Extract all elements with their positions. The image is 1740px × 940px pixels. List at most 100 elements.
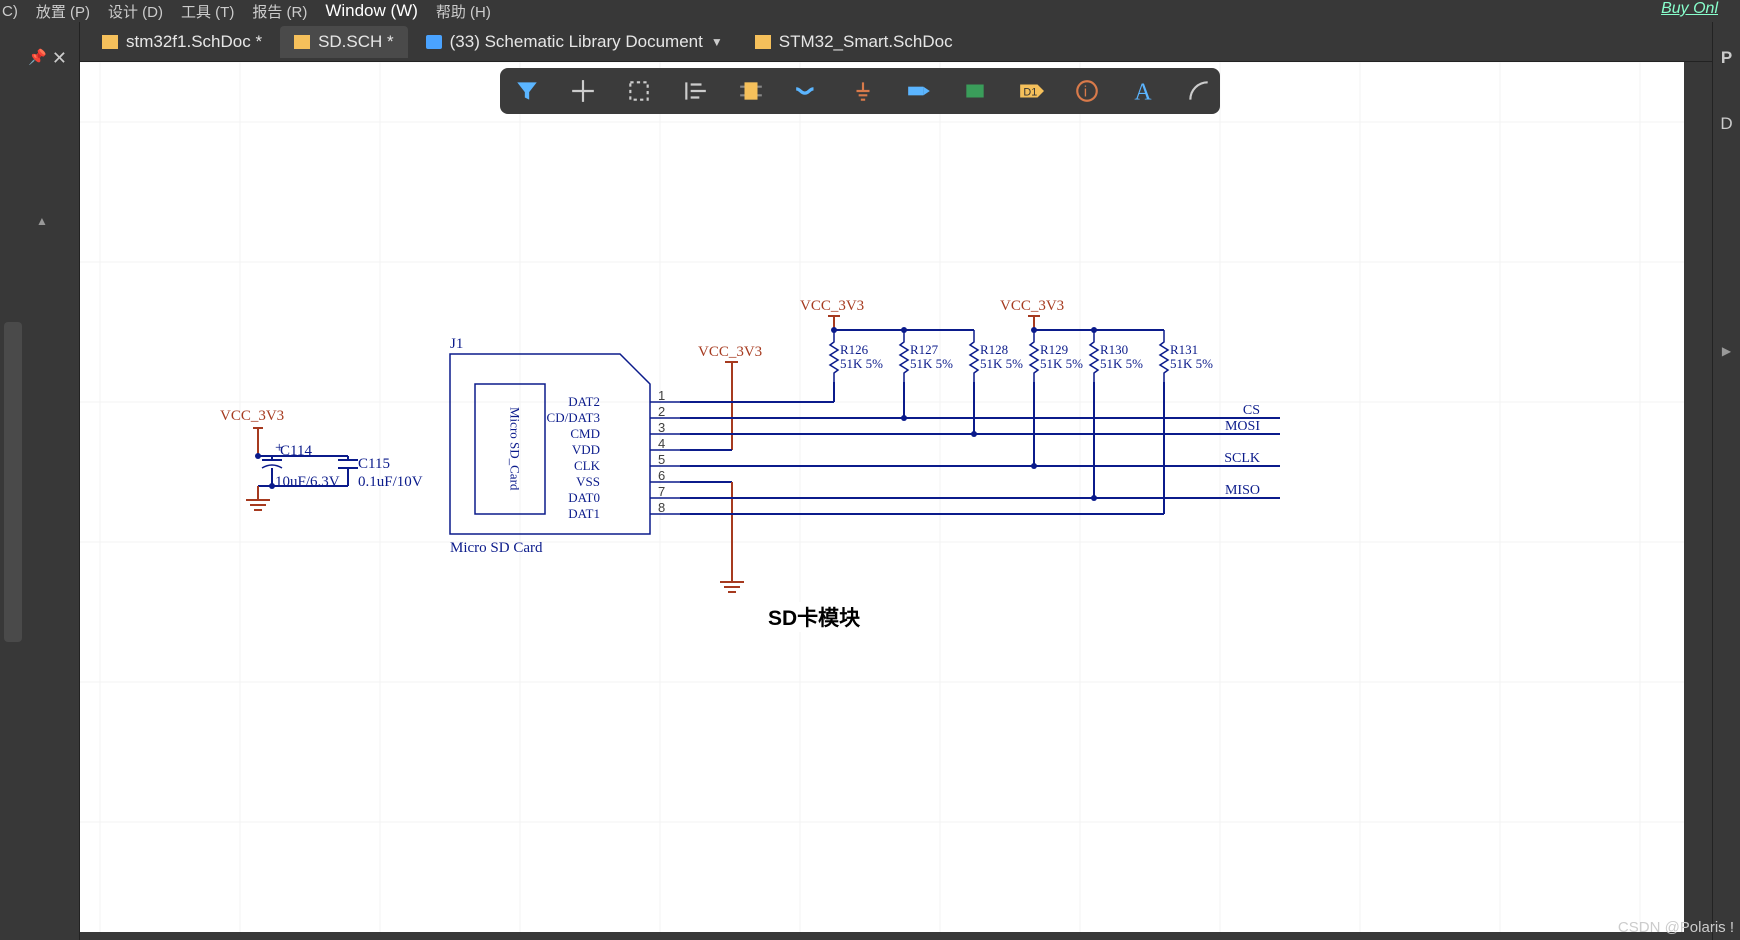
svg-text:7: 7 <box>658 484 665 499</box>
designator-tool-icon[interactable]: D1 <box>1018 75 1044 107</box>
svg-text:CS: CS <box>1243 403 1260 418</box>
svg-text:51K 5%: 51K 5% <box>840 356 883 371</box>
tab-label: SD.SCH * <box>318 32 394 52</box>
menu-help[interactable]: 帮助 (H) <box>436 1 491 22</box>
netport-tool-icon[interactable] <box>906 75 932 107</box>
watermark: CSDN @Polaris ! <box>1618 919 1734 936</box>
svg-text:CMD: CMD <box>570 426 600 441</box>
menu-c[interactable]: C) <box>2 3 18 20</box>
svg-text:VDD: VDD <box>572 442 600 457</box>
resistor-r128[interactable]: R12851K 5% <box>970 330 1023 382</box>
footprint-tool-icon[interactable] <box>962 75 988 107</box>
bus-tool-icon[interactable] <box>794 75 820 107</box>
arc-tool-icon[interactable] <box>1186 75 1212 107</box>
filter-tool-icon[interactable] <box>514 75 540 107</box>
menu-design[interactable]: 设计 (D) <box>108 1 163 22</box>
svg-text:R127: R127 <box>910 342 939 357</box>
schematic-toolbar: D1 i A <box>500 68 1220 114</box>
svg-text:A: A <box>1134 80 1152 104</box>
main-canvas-area: stm32f1.SchDoc * SD.SCH * (33) Schematic… <box>80 22 1712 940</box>
svg-text:MISO: MISO <box>1225 483 1260 498</box>
tab-label: (33) Schematic Library Document <box>450 32 703 52</box>
svg-text:VCC_3V3: VCC_3V3 <box>1000 298 1064 314</box>
svg-text:CLK: CLK <box>574 458 601 473</box>
svg-text:51K 5%: 51K 5% <box>1170 356 1213 371</box>
svg-text:5: 5 <box>658 452 665 467</box>
svg-text:D1: D1 <box>1023 86 1037 98</box>
resistor-r130[interactable]: R13051K 5% <box>1090 330 1143 382</box>
resistor-r127[interactable]: R12751K 5% <box>900 330 953 382</box>
svg-text:R129: R129 <box>1040 342 1068 357</box>
expand-tri-icon[interactable]: ▲ <box>36 214 48 228</box>
left-panel: 📌 ✕ ▲ <box>0 22 80 940</box>
svg-text:R130: R130 <box>1100 342 1128 357</box>
resistor-r126[interactable]: R12651K 5% <box>830 330 883 382</box>
menu-tools[interactable]: 工具 (T) <box>181 1 234 22</box>
menu-bar: C) 放置 (P) 设计 (D) 工具 (T) 报告 (R) Window (W… <box>0 0 1740 22</box>
svg-text:DAT1: DAT1 <box>568 506 600 521</box>
panel-d[interactable]: D <box>1713 114 1740 134</box>
svg-text:C115: C115 <box>358 456 390 472</box>
svg-text:R128: R128 <box>980 342 1008 357</box>
svg-text:R131: R131 <box>1170 342 1198 357</box>
left-scrollbar[interactable] <box>4 322 22 642</box>
tab-label: stm32f1.SchDoc * <box>126 32 262 52</box>
pin-icon[interactable]: 📌 <box>28 48 47 66</box>
text-tool-icon[interactable]: A <box>1130 75 1156 107</box>
svg-text:SCLK: SCLK <box>1224 451 1260 466</box>
folder-icon <box>102 35 118 49</box>
tab-stm32f1[interactable]: stm32f1.SchDoc * <box>88 26 276 58</box>
close-icon[interactable]: ✕ <box>52 48 67 69</box>
svg-text:Micro SD_Card: Micro SD_Card <box>508 407 523 491</box>
svg-text:2: 2 <box>658 404 665 419</box>
info-tool-icon[interactable]: i <box>1074 75 1100 107</box>
panel-p[interactable]: P <box>1713 48 1740 68</box>
svg-text:DAT2: DAT2 <box>568 394 600 409</box>
svg-text:C114: C114 <box>280 443 312 459</box>
chevron-down-icon[interactable]: ▼ <box>711 35 723 49</box>
align-tool-icon[interactable] <box>682 75 708 107</box>
svg-text:MOSI: MOSI <box>1225 419 1260 434</box>
right-panel-strip: P D ▶ <box>1712 22 1740 940</box>
svg-text:VCC_3V3: VCC_3V3 <box>800 298 864 314</box>
schematic-svg: J1 Micro SD_Card Micro SD Card DAT2 CD/D… <box>80 62 1684 932</box>
svg-text:VSS: VSS <box>576 474 600 489</box>
buy-online-link[interactable]: Buy Onl <box>1661 0 1718 18</box>
decoupling-section[interactable]: VCC_3V3 + C114 10uF/6.3V <box>220 408 423 510</box>
svg-text:0.1uF/10V: 0.1uF/10V <box>358 474 423 490</box>
svg-text:6: 6 <box>658 468 665 483</box>
svg-text:CD/DAT3: CD/DAT3 <box>547 410 600 425</box>
svg-text:DAT0: DAT0 <box>568 490 600 505</box>
menu-window[interactable]: Window (W) <box>325 1 418 21</box>
svg-text:10uF/6.3V: 10uF/6.3V <box>275 474 340 490</box>
svg-text:51K 5%: 51K 5% <box>1100 356 1143 371</box>
component-j1[interactable]: J1 Micro SD_Card Micro SD Card DAT2 CD/D… <box>450 336 680 556</box>
crosshair-tool-icon[interactable] <box>570 75 596 107</box>
tab-stm32-smart[interactable]: STM32_Smart.SchDoc <box>741 26 967 58</box>
document-tabbar: stm32f1.SchDoc * SD.SCH * (33) Schematic… <box>80 22 1712 62</box>
resistor-r129[interactable]: R12951K 5% <box>1030 330 1083 382</box>
collapse-tri-icon[interactable]: ▶ <box>1713 344 1740 358</box>
library-icon <box>426 35 442 49</box>
svg-text:3: 3 <box>658 420 665 435</box>
ground-tool-icon[interactable] <box>850 75 876 107</box>
svg-text:R126: R126 <box>840 342 869 357</box>
svg-text:8: 8 <box>658 500 665 515</box>
svg-text:51K 5%: 51K 5% <box>1040 356 1083 371</box>
component-tool-icon[interactable] <box>738 75 764 107</box>
marquee-tool-icon[interactable] <box>626 75 652 107</box>
pullups[interactable]: VCC_3V3 VCC_3V3 R12651K 5%R12751K 5%R128… <box>800 298 1213 382</box>
folder-icon <box>294 35 310 49</box>
menu-report[interactable]: 报告 (R) <box>252 1 307 22</box>
menu-placement[interactable]: 放置 (P) <box>36 1 90 22</box>
svg-text:i: i <box>1084 83 1087 100</box>
resistor-r131[interactable]: R13151K 5% <box>1160 330 1213 382</box>
svg-text:VCC_3V3: VCC_3V3 <box>698 344 762 360</box>
svg-text:Micro SD Card: Micro SD Card <box>450 540 543 556</box>
tab-schlib[interactable]: (33) Schematic Library Document ▼ <box>412 26 737 58</box>
svg-text:1: 1 <box>658 388 665 403</box>
schematic-canvas[interactable]: D1 i A J1 Micro SD_Card Micro SD Card <box>80 62 1684 932</box>
svg-text:4: 4 <box>658 436 665 451</box>
svg-text:51K 5%: 51K 5% <box>910 356 953 371</box>
tab-sd-sch[interactable]: SD.SCH * <box>280 26 408 58</box>
